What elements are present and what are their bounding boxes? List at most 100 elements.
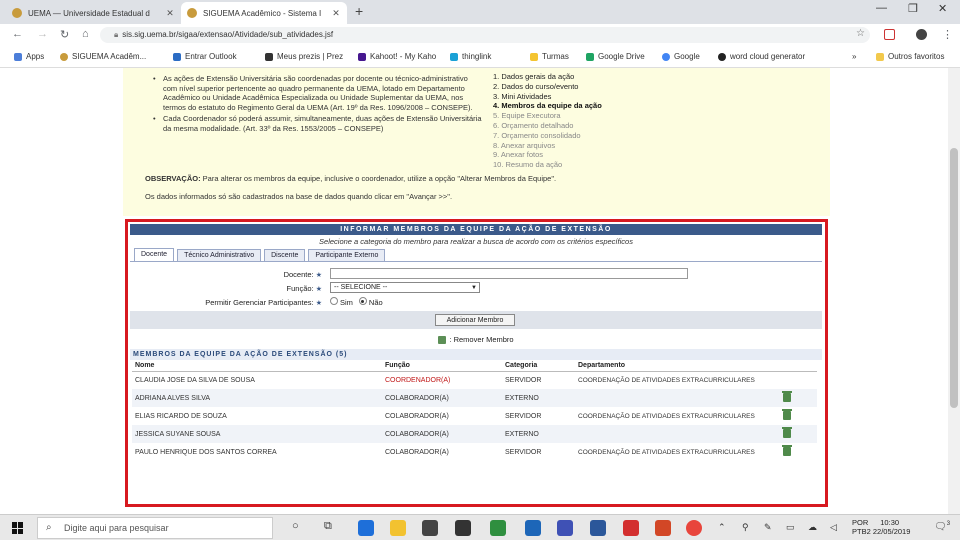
remove-member-icon[interactable] bbox=[782, 390, 792, 402]
wizard-step: 1. Dados gerais da ação bbox=[493, 72, 575, 81]
file-explorer-icon[interactable] bbox=[390, 520, 406, 536]
tab-docente[interactable]: Docente bbox=[134, 248, 175, 261]
siguema-favicon-icon bbox=[187, 8, 197, 18]
bookmark-prezi[interactable]: Meus prezis | Prez bbox=[265, 52, 343, 61]
extension-icon[interactable] bbox=[884, 29, 895, 40]
browser-tab-bar: UEMA — Universidade Estadual d ✕ SIGUEMA… bbox=[0, 0, 960, 24]
forward-icon[interactable]: → bbox=[37, 28, 48, 40]
member-department: COORDENAÇÃO DE ATIVIDADES EXTRACURRICULA… bbox=[578, 412, 755, 420]
maximize-icon[interactable]: ❐ bbox=[908, 2, 918, 15]
member-department bbox=[575, 389, 780, 407]
minimize-icon[interactable]: — bbox=[876, 2, 887, 14]
notification-center-icon[interactable]: 🗨︎3 bbox=[934, 521, 950, 532]
table-row: PAULO HENRIQUE DOS SANTOS CORREA COLABOR… bbox=[132, 443, 817, 461]
form-header: INFORMAR MEMBROS DA EQUIPE DA AÇÃO DE EX… bbox=[130, 224, 822, 235]
pen-icon[interactable]: ✎ bbox=[764, 522, 772, 533]
scrollbar-thumb[interactable] bbox=[950, 148, 958, 408]
home-icon[interactable]: ⌂ bbox=[82, 28, 89, 40]
new-tab-icon[interactable]: + bbox=[355, 3, 363, 19]
input-language: POR bbox=[852, 518, 869, 527]
input-language-variant: PTB2 bbox=[852, 527, 871, 536]
remove-member-icon[interactable] bbox=[782, 408, 792, 420]
bookmarks-overflow-icon[interactable]: » bbox=[852, 52, 856, 61]
chrome-icon[interactable] bbox=[686, 520, 702, 536]
funcao-row: Função: ★ -- SELECIONE -- ▼ bbox=[130, 281, 822, 295]
store-icon[interactable] bbox=[422, 520, 438, 536]
member-name: ADRIANA ALVES SILVA bbox=[132, 389, 382, 407]
browser-tab-uema[interactable]: UEMA — Universidade Estadual d ✕ bbox=[6, 2, 181, 24]
bookmark-star-icon[interactable]: ☆ bbox=[856, 28, 865, 39]
member-name: CLAUDIA JOSE DA SILVA DE SOUSA bbox=[135, 376, 255, 384]
app-icon[interactable] bbox=[557, 520, 573, 536]
tab-tecnico-administrativo[interactable]: Técnico Administrativo bbox=[177, 249, 262, 261]
notification-count: 3 bbox=[946, 521, 951, 527]
volume-icon[interactable]: ◁ bbox=[830, 522, 837, 533]
mail-icon[interactable] bbox=[455, 520, 471, 536]
edge-icon[interactable] bbox=[358, 520, 374, 536]
outlook-icon[interactable] bbox=[525, 520, 541, 536]
tab-participante-externo[interactable]: Participante Externo bbox=[308, 249, 386, 261]
page-scrollbar[interactable] bbox=[948, 68, 960, 514]
task-view-icon[interactable]: ⧉ bbox=[324, 520, 332, 533]
funcao-select[interactable]: -- SELECIONE -- ▼ bbox=[330, 282, 480, 293]
clock-time: 10:30 bbox=[880, 518, 900, 527]
member-name: JESSICA SUYANE SOUSA bbox=[132, 425, 382, 443]
observation-note: OBSERVAÇÃO: Para alterar os membros da e… bbox=[145, 174, 765, 183]
bookmark-outlook[interactable]: Entrar Outlook bbox=[173, 52, 237, 61]
bookmark-thinglink[interactable]: thinglink bbox=[450, 52, 491, 61]
bookmark-other-folder[interactable]: Outros favoritos bbox=[876, 52, 944, 61]
wizard-step: 5. Equipe Executora bbox=[493, 111, 561, 121]
tab-discente[interactable]: Discente bbox=[264, 249, 306, 261]
bookmark-turmas[interactable]: Turmas bbox=[530, 52, 569, 61]
browser-tab-siguema[interactable]: SIGUEMA Acadêmico - Sistema I ✕ bbox=[181, 2, 347, 24]
members-table: Nome Função Categoria Departamento CLAUD… bbox=[132, 360, 817, 461]
powerpoint-icon[interactable] bbox=[655, 520, 671, 536]
remove-member-icon[interactable] bbox=[782, 426, 792, 438]
add-member-button[interactable]: Adicionar Membro bbox=[435, 314, 515, 326]
word-icon[interactable] bbox=[590, 520, 606, 536]
column-header: Departamento bbox=[575, 360, 780, 372]
column-header: Nome bbox=[132, 360, 382, 372]
member-name: PAULO HENRIQUE DOS SANTOS CORREA bbox=[135, 448, 277, 456]
bookmark-google-drive[interactable]: Google Drive bbox=[586, 52, 645, 61]
member-category: EXTERNO bbox=[502, 389, 575, 407]
wizard-step: 9. Anexar fotos bbox=[493, 150, 544, 160]
rules-list: As ações de Extensão Universitária são c… bbox=[153, 74, 483, 135]
save-info-note: Os dados informados só são cadastrados n… bbox=[145, 192, 453, 201]
close-tab-icon[interactable]: ✕ bbox=[331, 8, 341, 19]
bookmark-word-cloud[interactable]: word cloud generator bbox=[718, 52, 805, 61]
app-icon[interactable] bbox=[490, 520, 506, 536]
reload-icon[interactable]: ↻ bbox=[60, 28, 69, 41]
bookmark-google[interactable]: Google bbox=[662, 52, 700, 61]
bookmark-apps[interactable]: Apps bbox=[14, 52, 44, 61]
table-row: ELIAS RICARDO DE SOUZA COLABORADOR(A) SE… bbox=[132, 407, 817, 425]
wizard-step: 3. Mini Atividades bbox=[493, 91, 552, 101]
bookmark-siguema[interactable]: SIGUEMA Acadêm... bbox=[60, 52, 146, 61]
url-input[interactable]: 🔒︎ sis.sig.uema.br/sigaa/extensao/Ativida… bbox=[100, 27, 870, 43]
windows-start-icon[interactable] bbox=[12, 522, 24, 534]
observation-label: OBSERVAÇÃO: bbox=[145, 174, 201, 183]
url-text: sis.sig.uema.br/sigaa/extensao/Atividade… bbox=[122, 30, 334, 39]
people-icon[interactable]: ⚲ bbox=[742, 522, 749, 533]
close-tab-icon[interactable]: ✕ bbox=[165, 8, 175, 19]
menu-kebab-icon[interactable]: ⋮ bbox=[942, 28, 953, 41]
form-button-bar: Adicionar Membro bbox=[130, 311, 822, 329]
docente-input[interactable] bbox=[330, 268, 688, 279]
back-icon[interactable]: ← bbox=[12, 28, 23, 40]
close-window-icon[interactable]: ✕ bbox=[938, 2, 947, 15]
profile-avatar[interactable] bbox=[916, 29, 927, 40]
acrobat-icon[interactable] bbox=[623, 520, 639, 536]
network-icon[interactable]: ☁ bbox=[808, 522, 817, 533]
taskbar-search-input[interactable]: ⌕ Digite aqui para pesquisar bbox=[37, 517, 273, 539]
radio-sim[interactable]: Sim bbox=[330, 297, 353, 307]
bookmark-kahoot[interactable]: Kahoot! - My Kaho bbox=[358, 52, 436, 61]
radio-nao[interactable]: Não bbox=[358, 297, 383, 307]
remove-member-icon[interactable] bbox=[782, 444, 792, 456]
tray-expand-icon[interactable]: ⌃ bbox=[718, 522, 726, 533]
instructions-panel: As ações de Extensão Universitária são c… bbox=[123, 68, 830, 216]
lock-icon: 🔒︎ bbox=[114, 30, 119, 39]
cortana-icon[interactable]: ○ bbox=[292, 520, 299, 532]
system-clock[interactable]: POR 10:30 PTB2 22/05/2019 bbox=[852, 518, 910, 536]
battery-icon[interactable]: ▭ bbox=[786, 522, 795, 533]
tab-title: UEMA — Universidade Estadual d bbox=[28, 8, 150, 18]
